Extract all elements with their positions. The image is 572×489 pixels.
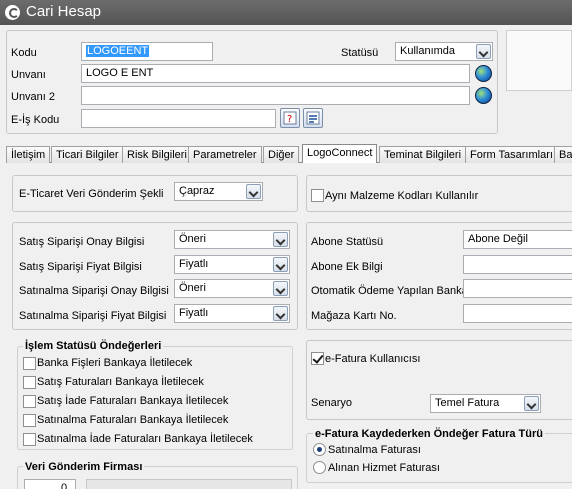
satinalma-onay-label: Satınalma Siparişi Onay Bilgisi bbox=[19, 285, 169, 297]
alinan-hizmet-label: Alınan Hizmet Faturası bbox=[328, 462, 440, 474]
abone-statusu-value: Abone Değil bbox=[468, 233, 528, 245]
satinalma-onay-value: Öneri bbox=[179, 282, 206, 294]
abone-ek-input[interactable] bbox=[463, 255, 572, 274]
tab-teminat-bilgileri[interactable]: Teminat Bilgileri bbox=[379, 146, 467, 163]
ayni-malzeme-label: Aynı Malzeme Kodları Kullanılır bbox=[325, 190, 479, 202]
satis-onay-value: Öneri bbox=[179, 233, 206, 245]
chevron-down-icon[interactable] bbox=[273, 257, 288, 272]
veri-firma-name bbox=[86, 479, 292, 489]
eticaret-select[interactable]: Çapraz bbox=[174, 182, 263, 201]
eis-input[interactable] bbox=[81, 109, 276, 128]
globe-icon[interactable] bbox=[475, 87, 492, 104]
abone-statusu-label: Abone Statüsü bbox=[311, 236, 384, 248]
islem-title: İşlem Statüsü Öndeğerleri bbox=[23, 340, 164, 352]
satis-fiyat-select[interactable]: Fiyatlı bbox=[174, 255, 290, 274]
unvani-input[interactable]: LOGO E ENT bbox=[81, 64, 470, 83]
statusu-select[interactable]: Kullanımda bbox=[395, 42, 493, 61]
unvani2-input[interactable] bbox=[81, 86, 470, 105]
satinalma-onay-select[interactable]: Öneri bbox=[174, 279, 290, 298]
otomatik-label: Otomatik Ödeme Yapılan Banka bbox=[311, 285, 468, 297]
settings-icon[interactable] bbox=[303, 108, 323, 128]
chevron-down-icon[interactable] bbox=[476, 44, 491, 59]
senaryo-value: Temel Fatura bbox=[435, 397, 500, 409]
satinalma-iade-label: Satınalma İade Faturaları Bankaya İletil… bbox=[37, 433, 253, 445]
satis-onay-select[interactable]: Öneri bbox=[174, 230, 290, 249]
banka-fisleri-label: Banka Fişleri Bankaya İletilecek bbox=[37, 357, 193, 369]
statusu-value: Kullanımda bbox=[400, 45, 456, 57]
veri-firma-input[interactable]: 0 bbox=[24, 479, 76, 489]
abone-statusu-select[interactable]: Abone Değil bbox=[463, 230, 572, 249]
unvani-label: Unvanı bbox=[11, 69, 46, 81]
veri-title: Veri Gönderim Firması bbox=[23, 461, 145, 473]
veri-firma-value: 0 bbox=[61, 482, 68, 489]
satis-onay-label: Satış Siparişi Onay Bilgisi bbox=[19, 236, 145, 248]
tab-diger[interactable]: Diğer bbox=[263, 146, 300, 163]
app-icon bbox=[5, 5, 20, 20]
window-title: Cari Hesap bbox=[26, 3, 102, 20]
tab-ba[interactable]: Ba bbox=[554, 146, 572, 163]
globe-icon[interactable] bbox=[475, 65, 492, 82]
satinalma-faturasi-label: Satınalma Faturası bbox=[328, 444, 421, 456]
header-image-area bbox=[506, 30, 572, 91]
satis-fiyat-label: Satış Siparişi Fiyat Bilgisi bbox=[19, 261, 142, 273]
tab-form-tasarimlari[interactable]: Form Tasarımları bbox=[465, 146, 558, 163]
satinalma-faturalari-checkbox[interactable] bbox=[23, 414, 36, 427]
tab-iletisim[interactable]: İletişim bbox=[6, 146, 51, 163]
senaryo-select[interactable]: Temel Fatura bbox=[430, 394, 541, 413]
statusu-label: Statüsü bbox=[341, 47, 379, 59]
satinalma-faturasi-radio[interactable] bbox=[313, 443, 326, 456]
satinalma-fiyat-value: Fiyatlı bbox=[179, 307, 209, 319]
satinalma-fiyat-select[interactable]: Fiyatlı bbox=[174, 304, 290, 323]
satis-iade-checkbox[interactable] bbox=[23, 395, 36, 408]
chevron-down-icon[interactable] bbox=[273, 232, 288, 247]
efatura-checkbox[interactable] bbox=[311, 352, 324, 365]
abone-ek-label: Abone Ek Bilgi bbox=[311, 261, 383, 273]
eticaret-label: E-Ticaret Veri Gönderim Şekli bbox=[19, 188, 164, 200]
chevron-down-icon[interactable] bbox=[273, 306, 288, 321]
satinalma-faturalari-label: Satınalma Faturaları Bankaya İletilecek bbox=[37, 414, 229, 426]
unvani2-label: Unvanı 2 bbox=[11, 91, 56, 103]
alinan-hizmet-radio[interactable] bbox=[313, 461, 326, 474]
unvani-value: LOGO E ENT bbox=[86, 67, 154, 79]
tab-ticari-bilgiler[interactable]: Ticari Bilgiler bbox=[51, 146, 124, 163]
question-icon[interactable]: ? bbox=[280, 108, 300, 128]
magaza-input[interactable] bbox=[463, 304, 572, 323]
title-bar: Cari Hesap bbox=[0, 0, 572, 25]
satis-fiyat-value: Fiyatlı bbox=[179, 258, 209, 270]
svg-text:?: ? bbox=[287, 114, 292, 125]
kodu-value: LOGOEENT bbox=[86, 45, 150, 57]
otomatik-input[interactable] bbox=[463, 279, 572, 298]
tab-logoconnect[interactable]: LogoConnect bbox=[302, 144, 378, 164]
banka-fisleri-checkbox[interactable] bbox=[23, 357, 36, 370]
tab-parametreler[interactable]: Parametreler bbox=[188, 146, 262, 163]
chevron-down-icon[interactable] bbox=[524, 396, 539, 411]
satinalma-fiyat-label: Satınalma Siparişi Fiyat Bilgisi bbox=[19, 310, 167, 322]
satinalma-iade-checkbox[interactable] bbox=[23, 433, 36, 446]
tab-risk-bilgileri[interactable]: Risk Bilgileri bbox=[122, 146, 192, 163]
chevron-down-icon[interactable] bbox=[273, 281, 288, 296]
eis-label: E-İş Kodu bbox=[11, 114, 60, 126]
eticaret-value: Çapraz bbox=[179, 185, 215, 197]
senaryo-label: Senaryo bbox=[311, 397, 352, 409]
kaydet-group bbox=[306, 433, 572, 483]
kodu-input[interactable]: LOGOEENT bbox=[81, 42, 213, 61]
chevron-down-icon[interactable] bbox=[246, 184, 261, 199]
satis-iade-label: Satış İade Faturaları Bankaya İletilecek bbox=[37, 395, 229, 407]
kodu-label: Kodu bbox=[11, 47, 37, 59]
kaydet-title: e-Fatura Kaydederken Öndeğer Fatura Türü bbox=[313, 428, 545, 440]
satis-faturalari-checkbox[interactable] bbox=[23, 376, 36, 389]
satis-faturalari-label: Satış Faturaları Bankaya İletilecek bbox=[37, 376, 204, 388]
ayni-malzeme-checkbox[interactable] bbox=[311, 189, 324, 202]
magaza-label: Mağaza Kartı No. bbox=[311, 310, 397, 322]
efatura-label: e-Fatura Kullanıcısı bbox=[325, 353, 421, 365]
